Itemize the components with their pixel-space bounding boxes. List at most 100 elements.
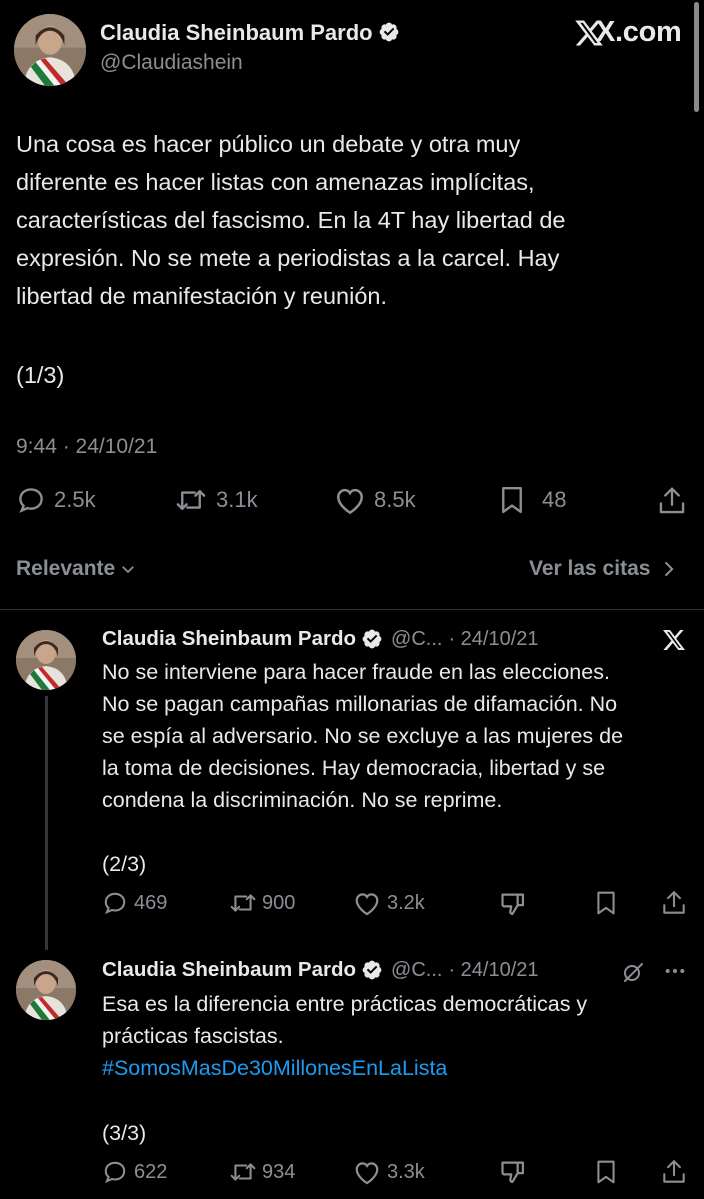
share-button[interactable]	[661, 889, 687, 917]
sort-dropdown[interactable]: Relevante	[16, 557, 137, 581]
bookmark-button[interactable]	[594, 890, 618, 916]
reply-line: la toma de decisiones. Hay democracia, l…	[102, 756, 606, 780]
bookmark-icon	[597, 891, 615, 915]
view-quotes-label: Ver las citas	[529, 557, 651, 580]
share-icon	[663, 1160, 685, 1183]
tweet-line: libertad de manifestación y reunión.	[16, 283, 387, 309]
sort-label: Relevante	[16, 557, 116, 580]
avatar-photo-icon	[16, 630, 76, 690]
tweet-timestamp[interactable]: 9:44 · 24/10/21	[16, 435, 157, 459]
downvote-icon	[501, 893, 525, 916]
reply-line: prácticas fascistas.	[102, 1024, 284, 1048]
author-name[interactable]: Claudia Sheinbaum Pardo	[100, 20, 400, 46]
reply-author-name[interactable]: Claudia Sheinbaum Pardo	[102, 627, 356, 651]
more-icon	[665, 968, 685, 974]
reply-line: Esa es la diferencia entre prácticas dem…	[102, 992, 588, 1016]
reply-line: se espía al adversario. No se excluye a …	[102, 724, 624, 748]
author-avatar[interactable]	[14, 14, 86, 86]
repost-count: 3.1k	[216, 487, 258, 512]
hashtag-link[interactable]: #SomosMasDe30MillonesEnLaLista	[102, 1052, 698, 1084]
tweet-line: diferente es hacer listas con amenazas i…	[16, 169, 535, 195]
x-logo-button[interactable]	[662, 628, 686, 657]
grok-icon	[624, 963, 643, 982]
tweet-line: Una cosa es hacer público un debate y ot…	[16, 131, 521, 157]
avatar-photo-icon	[14, 14, 86, 86]
scrollbar[interactable]	[694, 2, 699, 112]
reply-header: Claudia Sheinbaum Pardo @C... · 24/10/21	[102, 958, 539, 982]
verified-badge-icon	[362, 629, 382, 649]
downvote-icon	[501, 1161, 525, 1184]
like-icon	[355, 893, 379, 916]
avatar-photo-icon	[16, 960, 76, 1020]
view-quotes-link[interactable]: Ver las citas	[529, 557, 678, 581]
reply-button[interactable]: 2.5k	[16, 485, 96, 515]
more-button[interactable]	[664, 960, 686, 987]
divider	[0, 609, 704, 610]
reply-body: Esa es la diferencia entre prácticas dem…	[102, 988, 698, 1084]
share-button[interactable]	[661, 1158, 687, 1186]
tweet-line: expresión. No se mete a periodistas a la…	[16, 245, 560, 271]
repost-button[interactable]: 900	[228, 890, 295, 916]
downvote-button[interactable]	[499, 890, 527, 918]
chevron-right-icon	[665, 561, 675, 577]
author-handle[interactable]: @Claudiashein	[100, 51, 243, 75]
like-count: 3.3k	[387, 1160, 425, 1183]
reply-author-handle[interactable]: @C...	[391, 628, 442, 651]
reply-count: 2.5k	[54, 487, 96, 512]
reply-button[interactable]: 622	[102, 1159, 167, 1185]
reply-count: 469	[134, 891, 168, 914]
reply-line: No se interviene para hacer fraude en la…	[102, 660, 610, 684]
x-logo-icon	[663, 630, 685, 650]
like-button[interactable]: 8.5k	[334, 485, 416, 515]
reply-icon	[19, 488, 43, 513]
reply-date[interactable]: · 24/10/21	[448, 628, 538, 651]
like-icon	[355, 1162, 379, 1185]
tweet-body: Una cosa es hacer público un debate y ot…	[16, 125, 696, 315]
bookmark-icon	[502, 486, 522, 514]
reply-line: No se pagan campañas millonarias de difa…	[102, 692, 618, 716]
reply-icon	[104, 1161, 126, 1184]
share-icon	[663, 891, 685, 914]
reply-author-handle[interactable]: @C...	[391, 959, 442, 982]
reply-icon	[104, 892, 126, 915]
share-button[interactable]	[657, 485, 687, 517]
reply-avatar[interactable]	[16, 630, 76, 690]
thread-marker: (3/3)	[102, 1121, 147, 1145]
repost-button[interactable]: 934	[228, 1159, 295, 1185]
reply-button[interactable]: 469	[102, 890, 167, 916]
chevron-down-icon	[122, 566, 135, 574]
like-button[interactable]: 3.3k	[353, 1159, 425, 1185]
brand-logo[interactable]: X.com	[574, 16, 682, 49]
repost-count: 934	[262, 1160, 296, 1183]
reply-count: 622	[134, 1160, 168, 1183]
thread-marker: (2/3)	[102, 852, 147, 876]
grok-button[interactable]	[620, 960, 646, 989]
reply-body: No se interviene para hacer fraude en la…	[102, 656, 698, 816]
repost-icon	[230, 894, 256, 912]
bookmark-button[interactable]: 48	[498, 485, 566, 515]
repost-icon	[176, 490, 206, 510]
reply-line: condena la discriminación. No se reprime…	[102, 788, 503, 812]
like-count: 3.2k	[387, 891, 425, 914]
author-name-text[interactable]: Claudia Sheinbaum Pardo	[100, 20, 373, 45]
like-count: 8.5k	[374, 487, 416, 512]
verified-badge-icon	[379, 22, 399, 42]
like-button[interactable]: 3.2k	[353, 890, 425, 916]
bookmark-icon	[597, 1160, 615, 1184]
reply-date[interactable]: · 24/10/21	[448, 959, 538, 982]
bookmark-count: 48	[542, 487, 567, 512]
tweet-line: características del fascismo. En la 4T h…	[16, 207, 566, 233]
repost-icon	[230, 1163, 256, 1181]
repost-count: 900	[262, 891, 296, 914]
downvote-button[interactable]	[499, 1158, 527, 1186]
verified-badge-icon	[362, 960, 382, 980]
brand-text: X.com	[596, 16, 682, 48]
thread-connector-line	[45, 696, 48, 950]
reply-header: Claudia Sheinbaum Pardo @C... · 24/10/21	[102, 627, 539, 651]
share-icon	[659, 487, 685, 514]
thread-marker: (1/3)	[16, 362, 65, 388]
bookmark-button[interactable]	[594, 1159, 618, 1185]
reply-avatar[interactable]	[16, 960, 76, 1020]
reply-author-name[interactable]: Claudia Sheinbaum Pardo	[102, 958, 356, 982]
repost-button[interactable]: 3.1k	[174, 485, 258, 515]
